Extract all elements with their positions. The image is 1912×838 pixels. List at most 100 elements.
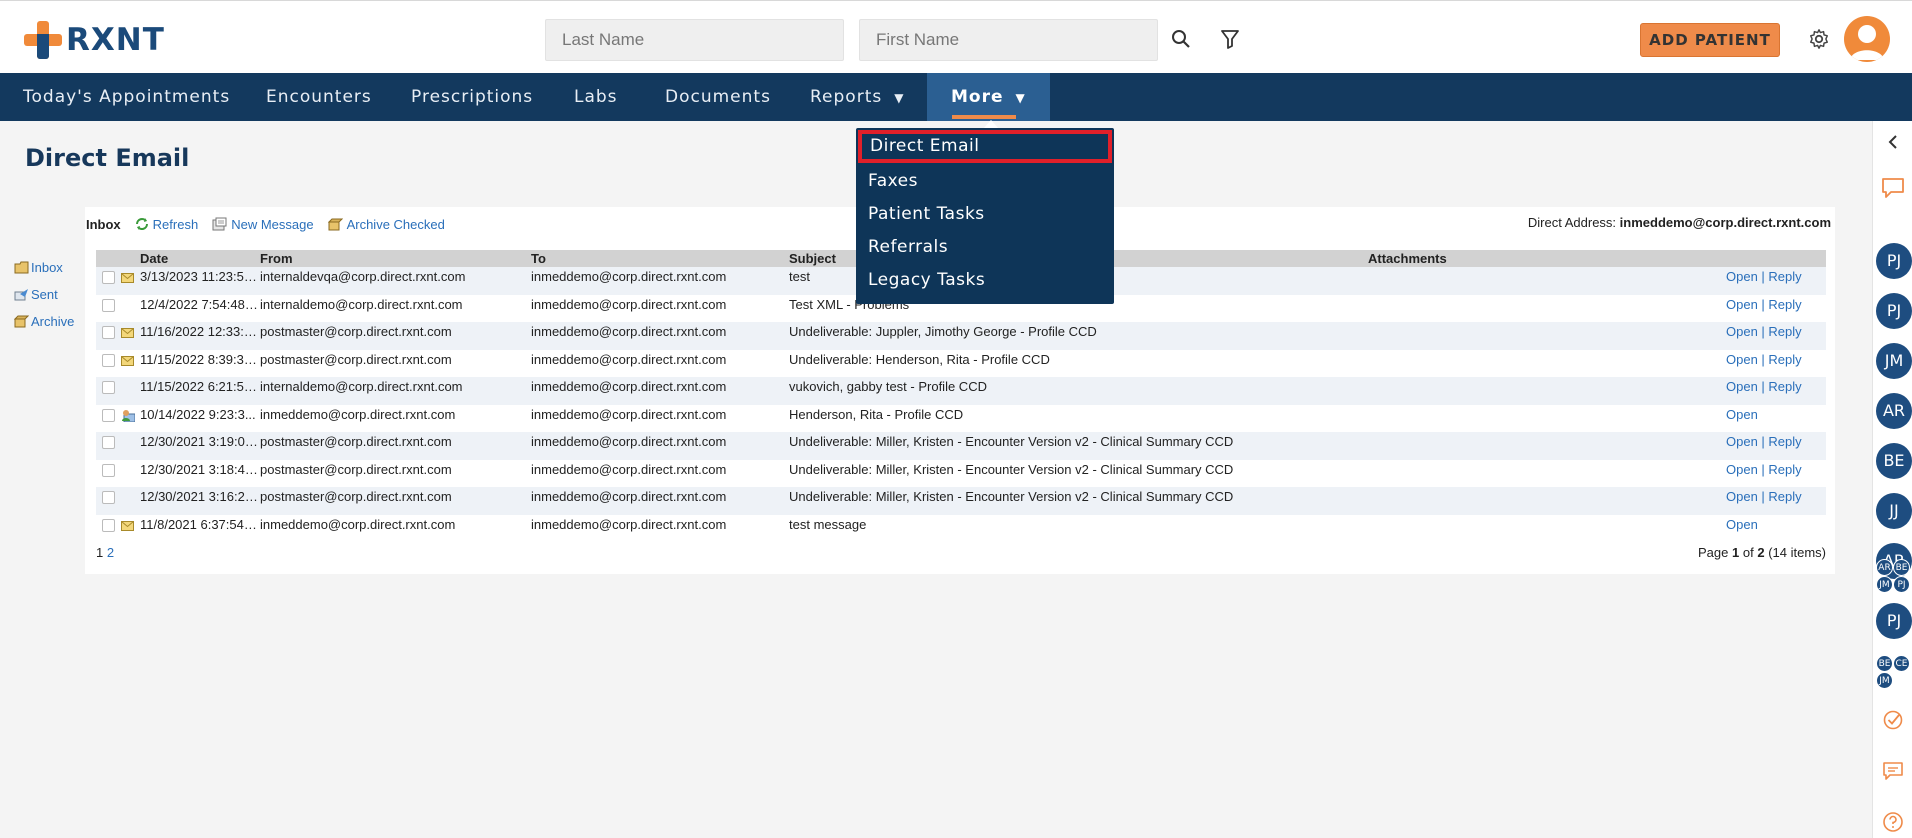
open-link[interactable]: Open: [1726, 269, 1758, 284]
user-avatar[interactable]: [1844, 16, 1890, 62]
row-checkbox[interactable]: [102, 436, 115, 449]
nav-more-label: More: [951, 87, 1004, 107]
tasks-button[interactable]: [1873, 709, 1912, 731]
current-folder-label: Inbox: [86, 216, 121, 232]
table-row[interactable]: 11/8/2021 6:37:54 ... inmeddemo@corp.dire…: [96, 515, 1826, 543]
menu-legacy-tasks[interactable]: Legacy Tasks: [856, 264, 1114, 297]
table-row[interactable]: 11/15/2022 8:39:36... postmaster@corp.dir…: [96, 350, 1826, 378]
folder-sent[interactable]: Sent: [14, 281, 74, 308]
open-link[interactable]: Open: [1726, 489, 1758, 504]
page-title: Direct Email: [25, 144, 190, 172]
open-link[interactable]: Open: [1726, 407, 1758, 422]
reply-link[interactable]: Reply: [1768, 269, 1801, 284]
archive-checked-button[interactable]: Archive Checked: [327, 216, 445, 232]
table-row[interactable]: 12/30/2021 3:19:08... postmaster@corp.dir…: [96, 432, 1826, 460]
open-link[interactable]: Open: [1726, 324, 1758, 339]
cell-actions: Open | Reply: [1726, 351, 1802, 367]
nav-todays-appointments[interactable]: Today's Appointments: [23, 73, 230, 121]
rail-group-avatar[interactable]: CE: [1893, 655, 1910, 672]
active-nav-indicator: [952, 115, 1016, 119]
cell-actions: Open | Reply: [1726, 434, 1802, 449]
help-button[interactable]: [1873, 811, 1912, 833]
nav-labs[interactable]: Labs: [574, 73, 618, 121]
rail-patient-avatar[interactable]: PJ: [1876, 293, 1912, 329]
table-row[interactable]: 12/30/2021 3:18:47... postmaster@corp.dir…: [96, 460, 1826, 488]
rxnt-cross-icon: [24, 21, 62, 59]
reply-link[interactable]: Reply: [1768, 297, 1801, 312]
rxnt-logo[interactable]: RXNT: [24, 21, 165, 59]
search-icon[interactable]: [1167, 25, 1195, 53]
folder-inbox[interactable]: Inbox: [14, 254, 74, 281]
page-info-items: (14 items): [1768, 545, 1826, 560]
page-2-link[interactable]: 2: [107, 545, 114, 560]
col-subject[interactable]: Subject: [789, 251, 836, 266]
rail-group-avatar[interactable]: JM: [1876, 576, 1893, 593]
rail-patient-avatar[interactable]: JJ: [1876, 493, 1912, 529]
reply-link[interactable]: Reply: [1768, 324, 1801, 339]
archive-checked-label: Archive Checked: [346, 216, 445, 232]
open-link[interactable]: Open: [1726, 379, 1758, 394]
row-checkbox[interactable]: [102, 353, 115, 367]
new-message-button[interactable]: New Message: [212, 217, 314, 232]
row-checkbox[interactable]: [102, 298, 115, 312]
rail-patient-avatar[interactable]: PJ: [1876, 603, 1912, 639]
table-row[interactable]: 11/15/2022 6:21:57 ... internaldemo@corp.…: [96, 377, 1826, 405]
rail-group-avatar[interactable]: JM: [1876, 672, 1893, 689]
refresh-button[interactable]: Refresh: [135, 217, 198, 232]
add-patient-button[interactable]: ADD PATIENT: [1640, 23, 1780, 57]
rail-group-avatar[interactable]: BE: [1893, 559, 1910, 576]
row-checkbox[interactable]: [102, 463, 115, 477]
reply-link[interactable]: Reply: [1768, 379, 1801, 394]
nav-documents[interactable]: Documents: [665, 73, 771, 121]
reply-link[interactable]: Reply: [1768, 434, 1801, 449]
help-icon: [1883, 812, 1903, 832]
nav-encounters[interactable]: Encounters: [266, 73, 372, 121]
open-link[interactable]: Open: [1726, 517, 1758, 532]
folder-archive[interactable]: Archive: [14, 308, 74, 335]
col-date[interactable]: Date: [140, 251, 168, 266]
nav-more[interactable]: More ▼: [927, 73, 1050, 121]
col-to[interactable]: To: [531, 251, 546, 266]
messages-button[interactable]: [1873, 761, 1912, 781]
reply-link[interactable]: Reply: [1768, 489, 1801, 504]
rail-patient-avatar[interactable]: JM: [1876, 343, 1912, 379]
rail-group-avatar[interactable]: AR: [1876, 559, 1893, 576]
menu-patient-tasks[interactable]: Patient Tasks: [856, 198, 1114, 231]
filter-icon[interactable]: [1216, 25, 1244, 53]
nav-reports[interactable]: Reports ▼: [810, 73, 904, 121]
menu-faxes[interactable]: Faxes: [856, 165, 1114, 198]
col-attachments[interactable]: Attachments: [1368, 251, 1447, 266]
row-checkbox[interactable]: [102, 491, 115, 504]
rail-patient-avatar[interactable]: BE: [1876, 443, 1912, 479]
collapse-rail-button[interactable]: [1873, 135, 1912, 149]
chat-button[interactable]: [1873, 177, 1912, 199]
reply-link[interactable]: Reply: [1768, 462, 1801, 477]
first-name-input[interactable]: [859, 19, 1158, 61]
open-link[interactable]: Open: [1726, 352, 1758, 367]
menu-referrals[interactable]: Referrals: [856, 231, 1114, 264]
rail-group-avatar[interactable]: PJ: [1893, 576, 1910, 593]
envelope-icon: [121, 354, 134, 369]
table-row[interactable]: 10/14/2022 9:23:3... inmeddemo@corp.direc…: [96, 405, 1826, 433]
rail-patient-avatar[interactable]: PJ: [1876, 243, 1912, 279]
page-1[interactable]: 1: [96, 545, 103, 560]
last-name-input[interactable]: [545, 19, 844, 61]
row-checkbox[interactable]: [102, 381, 115, 394]
col-from[interactable]: From: [260, 251, 293, 266]
open-link[interactable]: Open: [1726, 434, 1758, 449]
reply-link[interactable]: Reply: [1768, 352, 1801, 367]
gear-icon[interactable]: [1805, 25, 1833, 53]
table-row[interactable]: 12/30/2021 3:16:27... postmaster@corp.dir…: [96, 487, 1826, 515]
open-link[interactable]: Open: [1726, 297, 1758, 312]
row-checkbox[interactable]: [102, 408, 115, 422]
row-checkbox[interactable]: [102, 326, 115, 339]
menu-direct-email[interactable]: Direct Email: [858, 130, 1112, 163]
row-checkbox[interactable]: [102, 271, 115, 284]
table-row[interactable]: 11/16/2022 12:33:5... postmaster@corp.dir…: [96, 322, 1826, 350]
rail-group-avatar[interactable]: BE: [1876, 655, 1893, 672]
cell-to: inmeddemo@corp.direct.rxnt.com: [531, 434, 727, 449]
nav-prescriptions[interactable]: Prescriptions: [411, 73, 533, 121]
rail-patient-avatar[interactable]: AR: [1876, 393, 1912, 429]
open-link[interactable]: Open: [1726, 462, 1758, 477]
row-checkbox[interactable]: [102, 518, 115, 532]
